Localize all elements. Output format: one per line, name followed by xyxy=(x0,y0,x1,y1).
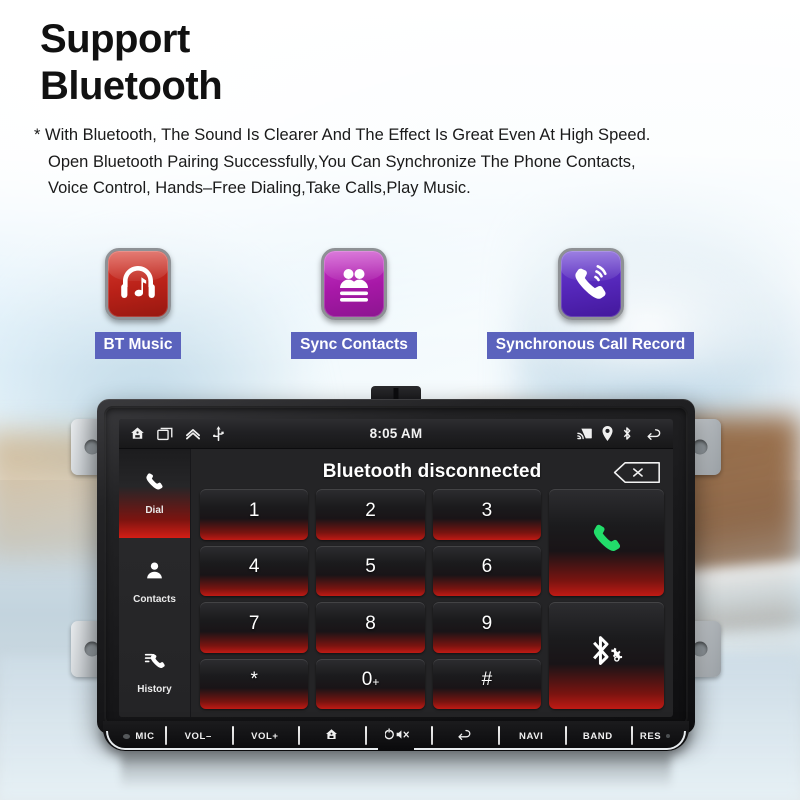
reset-dot-icon xyxy=(666,734,671,738)
hardware-button-label: VOL– xyxy=(184,730,212,742)
hardware-button-label: VOL+ xyxy=(251,730,279,742)
recent-apps-icon[interactable] xyxy=(157,427,173,441)
key-label: 5 xyxy=(365,556,376,578)
key-label: 1 xyxy=(248,499,260,521)
usb-icon xyxy=(213,425,224,442)
key-label: * xyxy=(250,669,258,691)
green-phone-icon xyxy=(593,524,620,551)
key-label: 8 xyxy=(365,612,376,634)
description-line-3: Voice Control, Hands–Free Dialing,Take C… xyxy=(48,179,471,198)
hardware-button-label: NAVI xyxy=(519,730,544,742)
dialpad-key-3[interactable]: 3 xyxy=(432,489,542,540)
hardware-button-label: MIC xyxy=(135,730,155,742)
dialpad-key-0[interactable]: 0+ xyxy=(316,658,425,709)
bluetooth-icon[interactable] xyxy=(622,426,632,441)
sidebar-item-history[interactable]: History xyxy=(119,628,190,717)
hardware-button-home[interactable] xyxy=(298,721,365,751)
car-head-unit: 8:05 AM Dial Contacts History Bluetooth … xyxy=(71,386,721,789)
status-bar-clock: 8:05 AM xyxy=(369,426,423,441)
sidebar-item-dial[interactable]: Dial xyxy=(119,449,190,539)
headphones-music-icon xyxy=(105,248,171,320)
dialpad-key-hash[interactable]: # xyxy=(432,658,542,709)
phone-waves-icon xyxy=(557,248,624,320)
key-label: 6 xyxy=(481,556,493,578)
dialpad-key-8[interactable]: 8 xyxy=(316,602,425,653)
page-title-line1: Support xyxy=(40,17,190,61)
sidebar-item-label: History xyxy=(137,683,172,695)
key-label: 4 xyxy=(248,556,260,578)
dialpad: 1 2 3 4 5 6 7 8 9 * 0+ # xyxy=(200,489,664,709)
sidebar-item-label: Dial xyxy=(145,505,164,517)
feature-synchronous-call-record[interactable]: Synchronous Call Record xyxy=(468,248,713,359)
person-icon xyxy=(144,560,165,586)
panel-header: Bluetooth disconnected xyxy=(200,455,664,489)
phone-app: Dial Contacts History Bluetooth disconne… xyxy=(119,449,673,717)
hardware-button-strip: MIC VOL– VOL+ NAVI BAND RES xyxy=(103,721,689,751)
power-mute-icon xyxy=(384,728,411,744)
home-icon[interactable] xyxy=(130,426,145,441)
hardware-button-label: RES xyxy=(639,730,662,742)
feature-label: Synchronous Call Record xyxy=(486,332,695,359)
sidebar-item-label: Contacts xyxy=(133,594,176,606)
feature-list: BT Music Sync Contacts Synchronous Call … xyxy=(0,248,800,373)
hardware-button-back[interactable] xyxy=(431,721,498,751)
touchscreen[interactable]: 8:05 AM Dial Contacts History Bluetooth … xyxy=(119,419,673,717)
bluetooth-settings-button[interactable] xyxy=(549,602,664,709)
mic-icon xyxy=(123,733,131,739)
key-label: 2 xyxy=(365,499,376,521)
dial-panel: Bluetooth disconnected 1 2 3 4 5 6 7 8 9… xyxy=(191,449,673,717)
bluetooth-gear-icon xyxy=(592,635,622,665)
dialpad-key-6[interactable]: 6 xyxy=(432,545,542,596)
feature-sync-contacts[interactable]: Sync Contacts xyxy=(281,248,427,359)
hardware-button-volume-down[interactable]: VOL– xyxy=(164,721,232,751)
call-history-icon xyxy=(144,650,166,676)
hardware-button-band[interactable]: BAND xyxy=(564,721,632,751)
backspace-close-icon[interactable] xyxy=(612,461,662,484)
location-pin-icon[interactable] xyxy=(602,426,613,441)
contacts-card-icon xyxy=(321,248,387,320)
key-label: 0+ xyxy=(362,669,380,691)
back-arrow-icon[interactable] xyxy=(646,427,662,441)
key-label-digit: 0 xyxy=(361,669,373,691)
sidebar-item-contacts[interactable]: Contacts xyxy=(119,538,190,627)
dialpad-key-9[interactable]: 9 xyxy=(432,602,542,653)
dialpad-key-7[interactable]: 7 xyxy=(200,602,309,653)
feature-bt-music[interactable]: BT Music xyxy=(88,248,188,359)
chevron-up-icon[interactable] xyxy=(185,427,201,440)
dialpad-key-1[interactable]: 1 xyxy=(200,489,309,540)
key-label: 7 xyxy=(248,612,260,634)
key-label: 9 xyxy=(481,612,493,634)
device-reflection xyxy=(121,755,671,789)
key-label: # xyxy=(481,669,493,691)
hardware-button-label: BAND xyxy=(582,730,613,742)
hardware-button-reset[interactable]: RES xyxy=(631,721,679,751)
page-title: Support Bluetooth xyxy=(40,16,223,110)
connection-status-text: Bluetooth disconnected xyxy=(322,461,542,482)
status-bar: 8:05 AM xyxy=(119,419,673,449)
hardware-button-power-mute[interactable] xyxy=(364,721,432,751)
dialpad-key-star[interactable]: * xyxy=(200,658,309,709)
key-label: 3 xyxy=(481,499,493,521)
description-line-1: * With Bluetooth, The Sound Is Clearer A… xyxy=(34,126,651,144)
phone-handset-icon xyxy=(144,471,165,497)
screen-cast-icon[interactable] xyxy=(577,427,593,440)
hardware-button-mic[interactable]: MIC xyxy=(113,721,165,751)
dialpad-key-2[interactable]: 2 xyxy=(316,489,425,540)
back-arrow-icon xyxy=(457,728,472,744)
feature-label: BT Music xyxy=(94,332,182,359)
home-icon xyxy=(325,728,338,744)
page-title-line2: Bluetooth xyxy=(40,64,223,109)
dialpad-key-4[interactable]: 4 xyxy=(200,545,309,596)
hardware-button-navi[interactable]: NAVI xyxy=(497,721,565,751)
description-block: * With Bluetooth, The Sound Is Clearer A… xyxy=(34,122,774,202)
description-line-2: Open Bluetooth Pairing Successfully,You … xyxy=(48,152,636,171)
hardware-button-volume-up[interactable]: VOL+ xyxy=(231,721,299,751)
call-button[interactable] xyxy=(549,489,664,596)
phone-sidebar: Dial Contacts History xyxy=(119,449,191,717)
dialpad-key-5[interactable]: 5 xyxy=(316,545,425,596)
feature-label: Sync Contacts xyxy=(291,332,417,359)
key-label-plus: + xyxy=(372,675,380,690)
